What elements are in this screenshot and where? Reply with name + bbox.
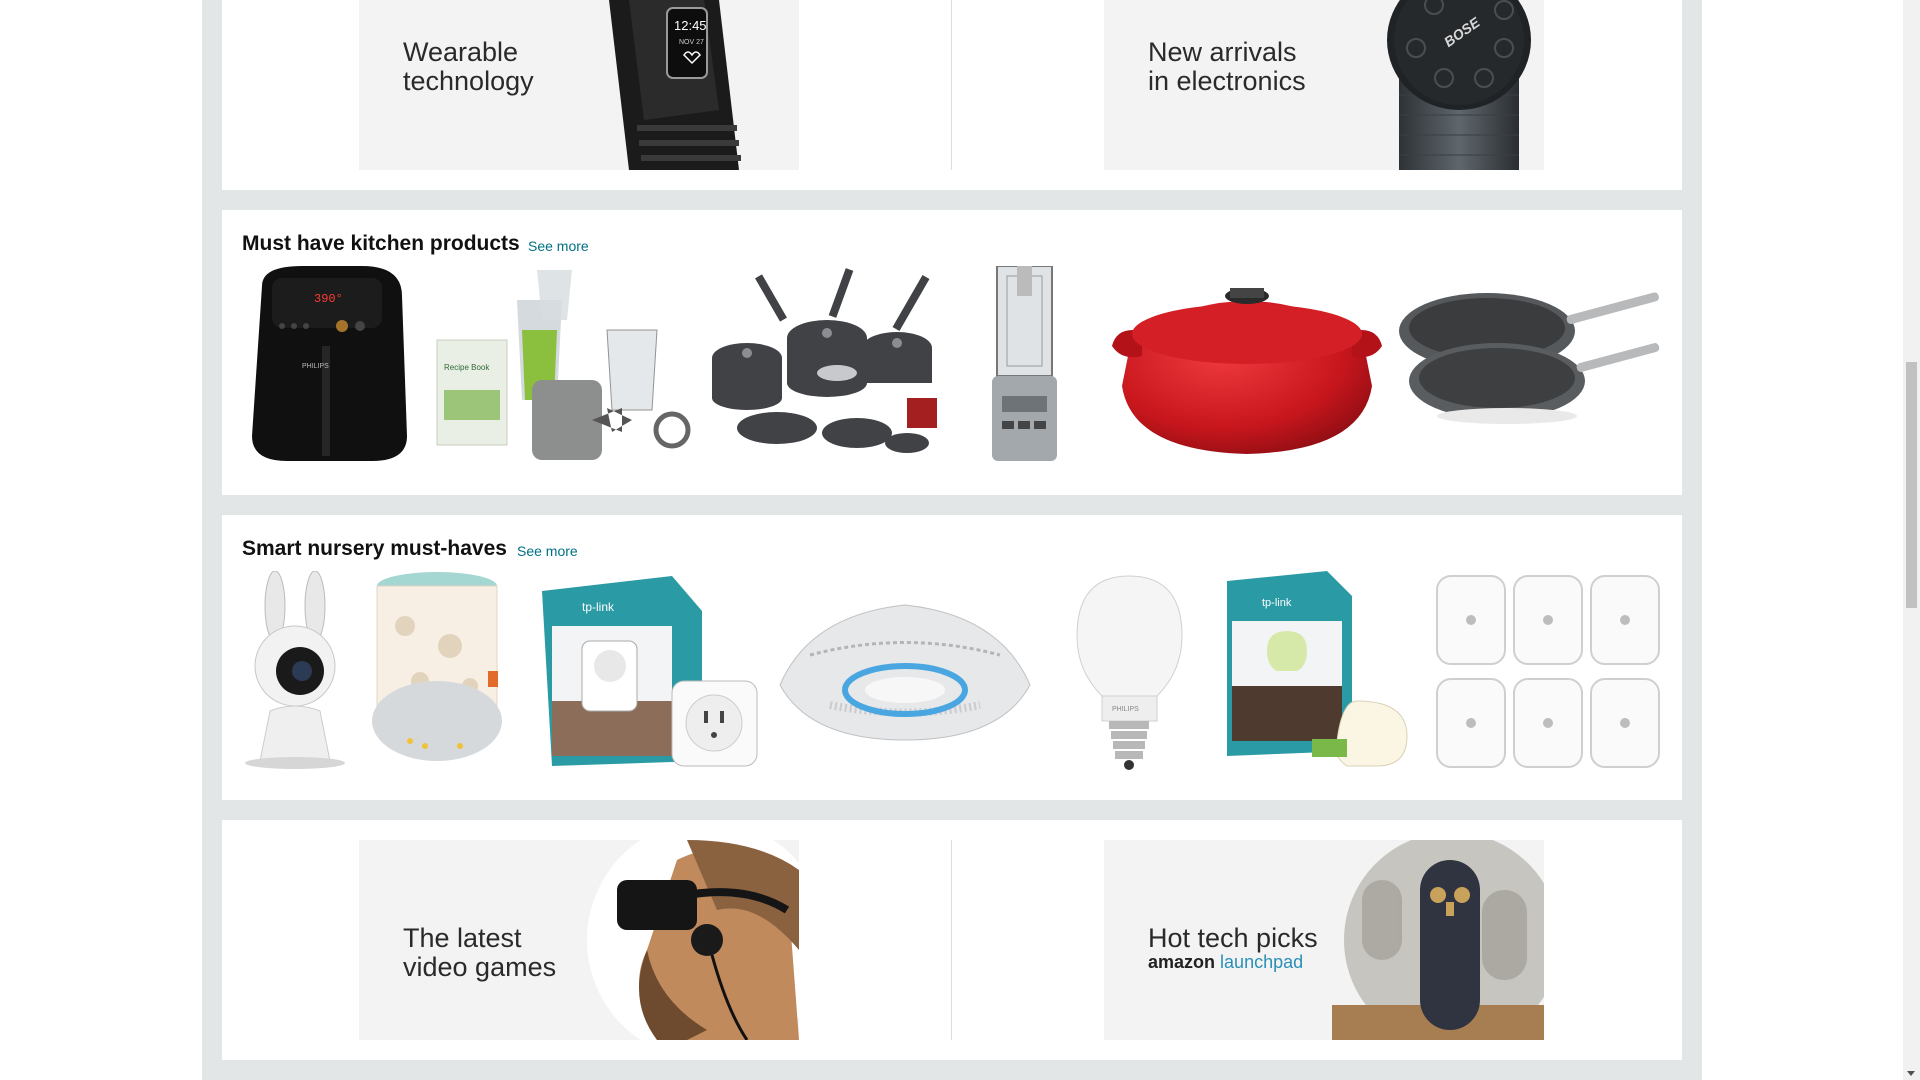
wearable-technology-banner[interactable]: Wearable technology 12:45 NOV 27 (359, 0, 799, 170)
section-divider (951, 0, 952, 170)
night-light-icon (372, 572, 502, 761)
smart-plug-icon: tp-link (542, 576, 758, 767)
frying-pan-icon (1399, 292, 1660, 424)
banner-title: Hot tech picks (1148, 923, 1318, 953)
cookware-set-product[interactable] (707, 268, 947, 468)
kitchen-heading: Must have kitchen products (242, 232, 520, 255)
light-bulb-icon: PHILIPS (1076, 575, 1183, 770)
banner-card-top: Wearable technology 12:45 NOV 27 New arr… (222, 0, 1682, 190)
banner-title: The latest video games (403, 923, 557, 982)
smoke-detector-product[interactable] (770, 595, 1040, 745)
banner-card-bottom: The latest video games Hot tech picks am… (222, 820, 1682, 1060)
svg-text:PHILIPS: PHILIPS (1112, 706, 1139, 713)
smart-plug-product[interactable]: tp-link (522, 571, 762, 771)
banner-title: New arrivals in electronics (1148, 37, 1306, 96)
kitchen-products-card: Must have kitchen products See more 390°… (222, 210, 1682, 495)
svg-text:Recipe Book: Recipe Book (444, 363, 490, 372)
kitchen-see-more-link[interactable]: See more (528, 238, 589, 254)
bluetooth-speaker-icon: BOSE (1387, 0, 1531, 170)
svg-text:12:45: 12:45 (674, 18, 707, 33)
smoke-detector-icon (779, 604, 1031, 741)
svg-text:PHILIPS: PHILIPS (302, 363, 329, 370)
blender-icon: Recipe Book (436, 270, 691, 460)
scrollbar-thumb[interactable] (1906, 362, 1917, 608)
vr-headset-icon (587, 840, 799, 1040)
svg-text:390°: 390° (314, 292, 343, 306)
smart-bulb-product[interactable]: PHILIPS (1072, 571, 1187, 771)
new-arrivals-electronics-banner[interactable]: New arrivals in electronics BOSE (1104, 0, 1544, 170)
nursery-see-more-link[interactable]: See more (517, 543, 578, 559)
dutch-oven-product[interactable] (1112, 276, 1382, 456)
baby-camera-icon (245, 571, 345, 769)
smart-nursery-card: Smart nursery must-haves See more tp-lin… (222, 515, 1682, 800)
night-lights-icon (1436, 575, 1660, 768)
vertical-scrollbar[interactable] (1903, 0, 1920, 1080)
food-processor-product[interactable] (977, 266, 1072, 466)
led-bulb-box-icon: tp-link (1227, 571, 1408, 767)
dutch-oven-icon (1112, 288, 1382, 454)
svg-text:NOV 27: NOV 27 (679, 39, 704, 46)
nursery-heading: Smart nursery must-haves (242, 537, 507, 560)
night-light-projector-product[interactable] (370, 571, 505, 771)
food-processor-icon (992, 266, 1057, 461)
hot-tech-picks-banner[interactable]: Hot tech picks amazon launchpad (1104, 840, 1544, 1040)
air-fryer-icon: 390° PHILIPS (252, 266, 407, 461)
amazon-launchpad-logo: amazon launchpad (1148, 952, 1304, 972)
conference-camera-icon (1332, 840, 1544, 1040)
plug-in-night-lights-product[interactable] (1432, 571, 1667, 771)
air-fryer-product[interactable]: 390° PHILIPS (242, 266, 417, 466)
latest-video-games-banner[interactable]: The latest video games (359, 840, 799, 1040)
banner-title: Wearable technology (403, 37, 534, 96)
smart-led-bulb-box-product[interactable]: tp-link (1207, 571, 1417, 771)
bunny-camera-product[interactable] (240, 571, 355, 771)
scroll-down-arrow-icon[interactable] (1907, 1071, 1915, 1076)
frying-pans-product[interactable] (1397, 286, 1665, 426)
fitness-tracker-icon: 12:45 NOV 27 (609, 0, 741, 170)
cookware-icon (712, 268, 937, 453)
blender-set-product[interactable]: Recipe Book (432, 270, 697, 465)
svg-text:tp-link: tp-link (582, 600, 615, 614)
section-divider (951, 840, 952, 1040)
svg-text:tp-link: tp-link (1262, 597, 1292, 609)
